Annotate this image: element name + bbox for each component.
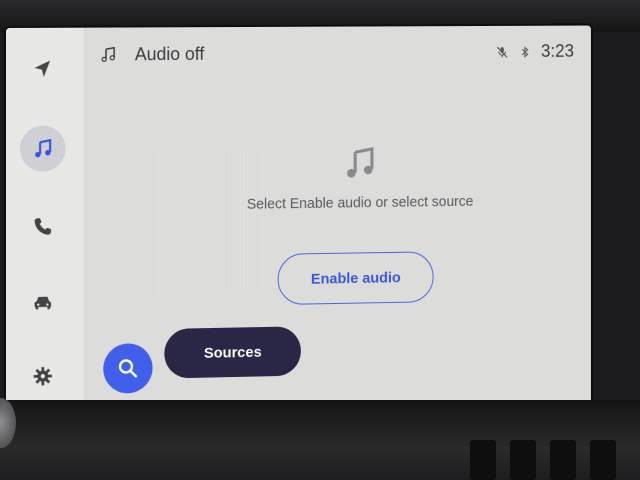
clock: 3:23 — [540, 41, 574, 61]
status-indicators: 3:23 — [495, 41, 574, 62]
vent-slat — [470, 440, 496, 480]
navigation-icon — [34, 60, 51, 78]
car-icon — [34, 297, 52, 310]
settings-icon — [33, 367, 53, 387]
vent-slat — [550, 440, 576, 480]
page-title: Audio off — [134, 43, 205, 65]
mic-muted-icon — [495, 45, 508, 59]
search-button[interactable] — [103, 343, 153, 394]
vent-slat — [510, 440, 536, 480]
side-rail — [6, 27, 84, 420]
enable-audio-button[interactable]: Enable audio — [277, 251, 434, 306]
status-bar: Audio off 3:23 — [97, 39, 581, 71]
screen-glare — [154, 145, 272, 296]
navigation-button[interactable] — [20, 46, 66, 92]
bluetooth-icon — [518, 45, 531, 59]
phone-icon — [34, 218, 52, 236]
vent-slat — [590, 440, 616, 480]
sources-button[interactable]: Sources — [164, 326, 301, 379]
phone-button[interactable] — [20, 203, 66, 250]
music-note-icon — [102, 47, 116, 63]
music-icon — [35, 139, 52, 158]
dashboard-bezel-bottom — [0, 400, 640, 480]
audio-prompt: Select Enable audio or select source — [246, 194, 474, 213]
infotainment-screen: Audio off 3:23 Select Enable audio or se… — [6, 25, 591, 421]
settings-button[interactable] — [20, 353, 66, 400]
search-icon — [116, 356, 140, 380]
music-note-large-icon — [347, 144, 378, 182]
music-button[interactable] — [19, 125, 66, 172]
vehicle-button[interactable] — [20, 279, 66, 326]
